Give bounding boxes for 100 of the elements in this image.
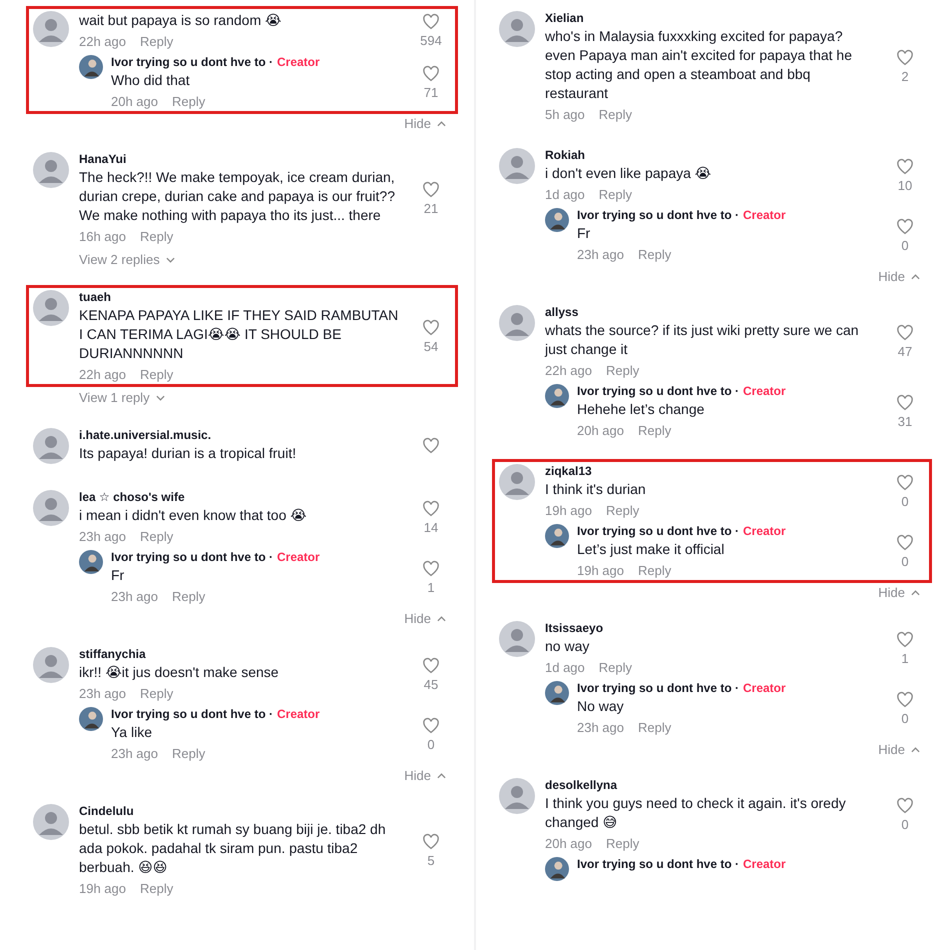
reply-button[interactable]: Reply: [140, 367, 174, 382]
reply-text: Let’s just make it official: [577, 540, 726, 559]
heart-icon[interactable]: [422, 656, 440, 674]
heart-icon[interactable]: [896, 158, 914, 176]
reply-text: Ya like: [111, 723, 153, 742]
heart-icon[interactable]: [896, 630, 914, 648]
like-count: 10: [898, 178, 912, 192]
like-count: 1: [427, 580, 435, 594]
reply-button[interactable]: Reply: [140, 34, 174, 49]
like-count: 0: [901, 817, 909, 832]
reply-button[interactable]: Reply: [172, 94, 206, 109]
like-count: 31: [898, 414, 912, 428]
reply-button[interactable]: Reply: [606, 503, 640, 518]
heart-icon[interactable]: [422, 318, 440, 336]
timestamp: 23h ago: [577, 247, 624, 262]
like-count: 594: [420, 32, 442, 48]
heart-icon[interactable]: [422, 437, 440, 455]
like-count: 21: [424, 200, 438, 216]
timestamp: 23h ago: [111, 589, 158, 604]
username[interactable]: Ivor trying so u dont hve to ·: [111, 707, 273, 721]
chevron-up-icon: [911, 274, 920, 280]
heart-icon[interactable]: [896, 394, 914, 412]
comment-text: KENAPA PAPAYA LIKE IF THEY SAID RAMBUTAN I CAN TERIMA LAGI😭😭 IT SHOULD BE DURIANNNNNN: [79, 306, 400, 363]
comment-text: no way: [545, 637, 590, 656]
username[interactable]: lea ☆ choso's wife: [79, 490, 401, 504]
heart-icon[interactable]: [896, 49, 914, 67]
reply-button[interactable]: Reply: [598, 107, 632, 122]
username[interactable]: Cindelulu: [79, 804, 401, 818]
reply-button[interactable]: Reply: [598, 187, 632, 202]
username[interactable]: stiffanychia: [79, 647, 401, 661]
timestamp: 20h ago: [545, 836, 592, 851]
comment-text: Its papaya! durian is a tropical fruit!: [79, 444, 298, 463]
username[interactable]: Ivor trying so u dont hve to ·: [111, 55, 273, 69]
timestamp: 19h ago: [79, 881, 126, 896]
heart-icon[interactable]: [896, 474, 914, 492]
view-replies-button[interactable]: View 2 replies: [79, 252, 175, 267]
like-count: 47: [898, 344, 912, 359]
heart-icon[interactable]: [896, 690, 914, 708]
username[interactable]: Ivor trying so u dont hve to ·: [577, 524, 739, 538]
reply-button[interactable]: Reply: [606, 836, 640, 851]
reply-button[interactable]: Reply: [638, 563, 672, 578]
username[interactable]: Ivor trying so u dont hve to ·: [577, 681, 739, 695]
username[interactable]: desolkellyna: [545, 778, 875, 792]
creator-label: Creator: [743, 857, 786, 871]
heart-icon[interactable]: [422, 500, 440, 518]
reply-button[interactable]: Reply: [638, 423, 672, 438]
heart-icon[interactable]: [422, 832, 440, 850]
username[interactable]: Itsissaeyo: [545, 621, 875, 635]
like-count: 0: [901, 238, 909, 252]
reply-button[interactable]: Reply: [140, 529, 174, 544]
heart-icon[interactable]: [896, 324, 914, 342]
chevron-up-icon: [437, 616, 446, 622]
timestamp: 20h ago: [111, 94, 158, 109]
heart-icon[interactable]: [896, 534, 914, 552]
reply-button[interactable]: Reply: [638, 720, 672, 735]
heart-icon[interactable]: [422, 64, 440, 82]
creator-label: Creator: [277, 707, 320, 721]
comment-text: i don't even like papaya 😭: [545, 164, 712, 183]
creator-label: Creator: [743, 208, 786, 222]
reply-button[interactable]: Reply: [140, 686, 174, 701]
heart-icon[interactable]: [422, 12, 440, 30]
username[interactable]: Xielian: [545, 11, 875, 25]
heart-icon[interactable]: [422, 560, 440, 578]
timestamp: 23h ago: [577, 720, 624, 735]
timestamp: 23h ago: [111, 746, 158, 761]
hide-button[interactable]: Hide: [404, 768, 446, 783]
hide-button[interactable]: Hide: [878, 269, 920, 284]
hide-button[interactable]: Hide: [404, 116, 446, 131]
username[interactable]: Rokiah: [545, 148, 875, 162]
heart-icon[interactable]: [896, 218, 914, 236]
username[interactable]: tuaeh: [79, 290, 401, 304]
reply-text: Fr: [577, 224, 592, 243]
heart-icon[interactable]: [422, 716, 440, 734]
heart-icon[interactable]: [896, 797, 914, 815]
heart-icon[interactable]: [422, 180, 440, 198]
comment-text: wait but papaya is so random 😭: [79, 11, 282, 30]
like-count: 45: [424, 676, 438, 692]
creator-label: Creator: [277, 55, 320, 69]
comment-text: who's in Malaysia fuxxxking excited for papaya? even Papaya man ain't excited for papaya that he stop acting and open a steamboat and bbq restaurant: [545, 27, 853, 103]
reply-button[interactable]: Reply: [172, 589, 206, 604]
username[interactable]: Ivor trying so u dont hve to ·: [577, 384, 739, 398]
reply-button[interactable]: Reply: [598, 660, 632, 675]
comment-text: The heck?!! We make tempoyak, ice cream durian, durian crepe, durian cake and papaya is our fruit?? We make nothing with papaya tho its just... there: [79, 168, 396, 225]
hide-button[interactable]: Hide: [878, 742, 920, 757]
reply-button[interactable]: Reply: [140, 881, 174, 896]
username[interactable]: i.hate.universial.music.: [79, 428, 401, 442]
reply-button[interactable]: Reply: [638, 247, 672, 262]
reply-button[interactable]: Reply: [140, 229, 174, 244]
username[interactable]: HanaYui: [79, 152, 401, 166]
username[interactable]: allyss: [545, 305, 875, 319]
username[interactable]: Ivor trying so u dont hve to ·: [577, 208, 739, 222]
username[interactable]: Ivor trying so u dont hve to ·: [577, 857, 739, 871]
hide-button[interactable]: Hide: [878, 585, 920, 600]
reply-button[interactable]: Reply: [606, 363, 640, 378]
hide-button[interactable]: Hide: [404, 611, 446, 626]
like-count: 54: [424, 338, 438, 354]
username[interactable]: Ivor trying so u dont hve to ·: [111, 550, 273, 564]
reply-button[interactable]: Reply: [172, 746, 206, 761]
view-replies-button[interactable]: View 1 reply: [79, 390, 165, 405]
username[interactable]: ziqkal13: [545, 464, 875, 478]
